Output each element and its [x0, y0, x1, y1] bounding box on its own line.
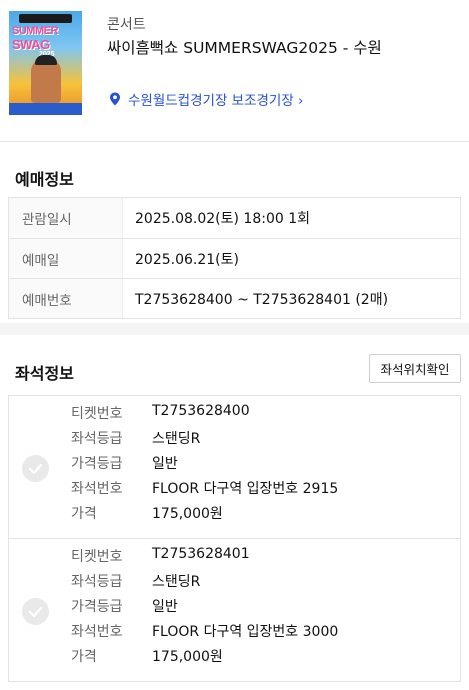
ticket-row-label: 좌석번호 — [71, 481, 123, 497]
ticket-row-value: 175,000원 — [152, 649, 223, 665]
ticket-row-seat-grade: 좌석등급 스탠딩R — [71, 571, 200, 591]
ticket-row-value: T2753628401 — [152, 546, 250, 562]
seat-section-title: 좌석정보 — [15, 364, 74, 383]
ticket-row-label: 좌석등급 — [71, 431, 123, 447]
ticket-row-label: 가격 — [71, 649, 97, 665]
event-title: 싸이흠뻑쇼 SUMMERSWAG2025 - 수원 — [107, 39, 382, 57]
booking-row-label: 관람일시 — [9, 198, 123, 238]
ticket-row-value: FLOOR 다구역 입장번호 2915 — [152, 481, 339, 497]
booking-info-table: 관람일시 2025.08.02(토) 18:00 1회 예매일 2025.06.… — [8, 197, 461, 319]
booking-section-title: 예매정보 — [15, 170, 74, 189]
ticket-row-value: 스탠딩R — [152, 431, 201, 447]
ticket-row-value: 일반 — [152, 599, 178, 615]
event-header: SUMMER SWAG 2025 콘서트 싸이흠뻑쇼 SUMMERSWAG202… — [0, 0, 469, 142]
location-pin-icon — [110, 92, 120, 106]
check-icon — [28, 463, 43, 475]
ticket-row-value: 일반 — [152, 456, 178, 472]
poster-strip — [9, 103, 82, 115]
poster-figure-hair — [35, 55, 57, 65]
event-category: 콘서트 — [107, 17, 146, 33]
ticket-select-checkbox[interactable] — [22, 598, 49, 625]
ticket-card[interactable]: 티켓번호 T2753628400 좌석등급 스탠딩R 가격등급 일반 좌석번호 … — [8, 395, 461, 539]
poster-badge — [19, 14, 72, 23]
booking-row-reserved-date: 예매일 2025.06.21(토) — [9, 238, 460, 278]
ticket-row-value: 스탠딩R — [152, 574, 201, 590]
section-divider — [0, 323, 469, 335]
venue-link[interactable]: 수원월드컵경기장 보조경기장 › — [107, 89, 303, 109]
ticket-row-label: 좌석번호 — [71, 624, 123, 640]
ticket-row-seat-number: 좌석번호 FLOOR 다구역 입장번호 3000 — [71, 621, 338, 641]
booking-row-value: 2025.08.02(토) 18:00 1회 — [135, 211, 310, 227]
ticket-row-value: T2753628400 — [152, 403, 250, 419]
ticket-card[interactable]: 티켓번호 T2753628401 좌석등급 스탠딩R 가격등급 일반 좌석번호 … — [8, 538, 461, 682]
ticket-row-seat-number: 좌석번호 FLOOR 다구역 입장번호 2915 — [71, 478, 338, 498]
booking-row-label: 예매번호 — [9, 279, 123, 318]
ticket-row-number: 티켓번호 T2753628400 — [71, 403, 250, 423]
booking-row-value: T2753628400 ~ T2753628401 (2매) — [135, 291, 389, 308]
poster-brand-line2: SWAG — [12, 37, 50, 52]
booking-row-label: 예매일 — [9, 239, 123, 278]
ticket-row-label: 가격등급 — [71, 456, 123, 472]
ticket-row-label: 가격등급 — [71, 599, 123, 615]
seat-location-button[interactable]: 좌석위치확인 — [369, 354, 461, 383]
booking-row-number: 예매번호 T2753628400 ~ T2753628401 (2매) — [9, 278, 460, 318]
check-icon — [28, 606, 43, 618]
ticket-row-label: 좌석등급 — [71, 574, 123, 590]
booking-row-date: 관람일시 2025.08.02(토) 18:00 1회 — [9, 198, 460, 238]
ticket-row-price: 가격 175,000원 — [71, 646, 223, 666]
ticket-row-price-grade: 가격등급 일반 — [71, 596, 178, 616]
ticket-row-value: 175,000원 — [152, 506, 223, 522]
ticket-row-number: 티켓번호 T2753628401 — [71, 546, 250, 566]
venue-name: 수원월드컵경기장 보조경기장 › — [128, 93, 304, 109]
poster-figure — [31, 59, 61, 103]
ticket-row-label: 티켓번호 — [71, 549, 123, 565]
ticket-row-label: 티켓번호 — [71, 406, 123, 422]
ticket-select-checkbox[interactable] — [22, 455, 49, 482]
event-poster[interactable]: SUMMER SWAG 2025 — [9, 11, 82, 115]
ticket-row-price-grade: 가격등급 일반 — [71, 453, 178, 473]
ticket-row-seat-grade: 좌석등급 스탠딩R — [71, 428, 200, 448]
ticket-row-label: 가격 — [71, 506, 97, 522]
booking-row-value: 2025.06.21(토) — [135, 251, 239, 268]
poster-brand-line1: SUMMER — [12, 25, 58, 37]
seat-section: 좌석정보 좌석위치확인 티켓번호 T2753628400 좌석등급 스탠딩R 가… — [0, 335, 469, 690]
booking-section: 예매정보 관람일시 2025.08.02(토) 18:00 1회 예매일 202… — [0, 142, 469, 323]
ticket-row-price: 가격 175,000원 — [71, 503, 223, 523]
ticket-row-value: FLOOR 다구역 입장번호 3000 — [152, 624, 339, 640]
